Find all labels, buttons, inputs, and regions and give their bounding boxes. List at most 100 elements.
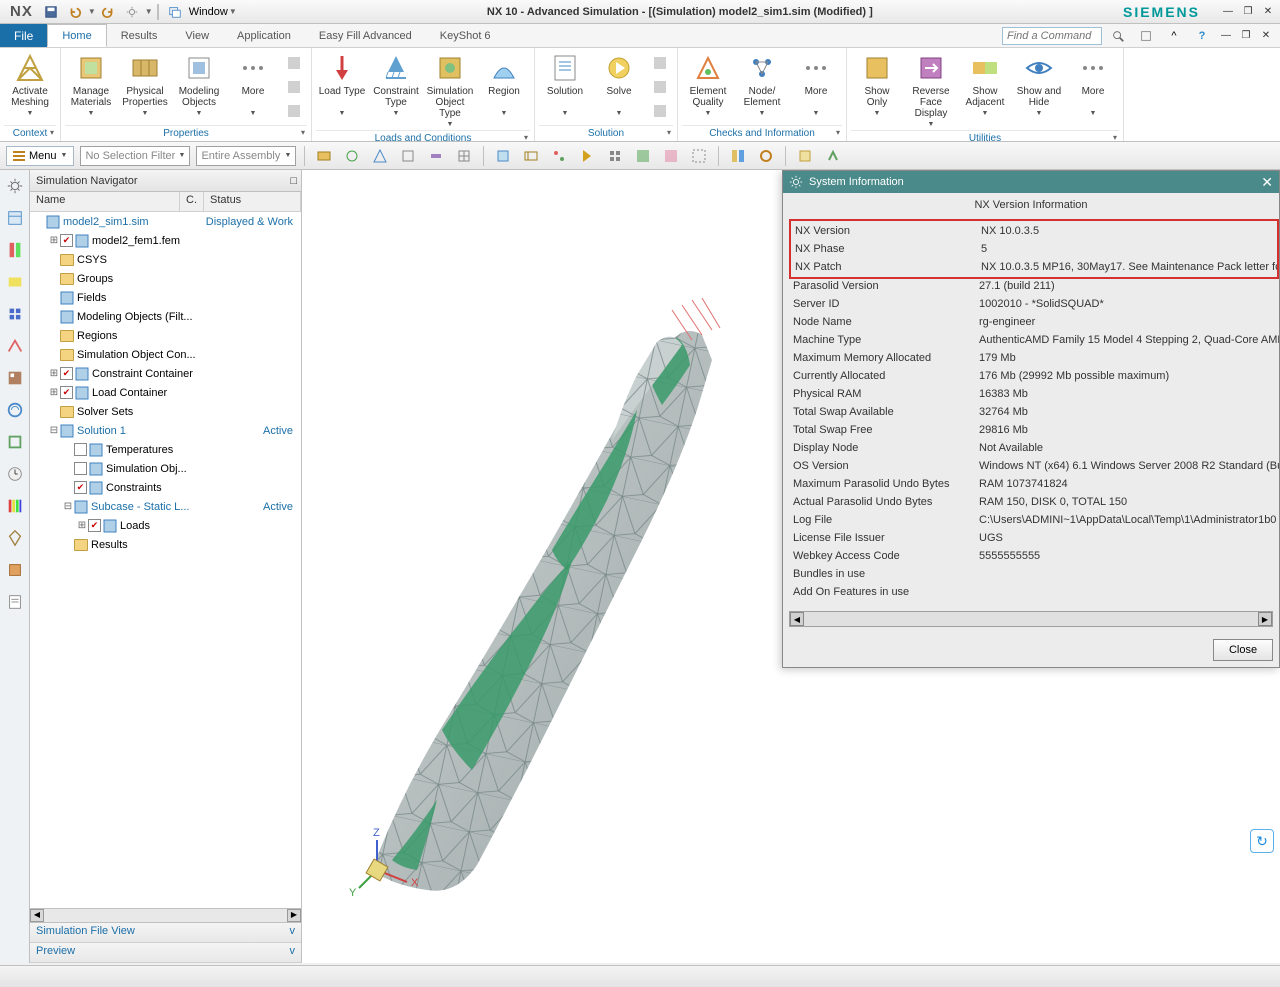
- doc-minimize-button[interactable]: —: [1218, 29, 1234, 43]
- more-props[interactable]: More▼: [227, 50, 279, 119]
- doc-close-button[interactable]: ✕: [1258, 29, 1274, 43]
- solution[interactable]: Solution▼: [539, 50, 591, 119]
- simulation-object-type[interactable]: Simulation Object Type▼: [424, 50, 476, 130]
- small-ribbon-icon[interactable]: [649, 76, 671, 98]
- navigator-tree[interactable]: model2_sim1.simDisplayed & Work⊞model2_f…: [30, 212, 301, 908]
- rail-icon[interactable]: [3, 526, 27, 550]
- rail-icon[interactable]: [3, 558, 27, 582]
- window-icon[interactable]: [165, 2, 185, 22]
- toolbar-icon[interactable]: [313, 145, 335, 167]
- restore-button[interactable]: ❐: [1240, 5, 1256, 19]
- nav-tab-icon[interactable]: [3, 206, 27, 230]
- horizontal-scrollbar[interactable]: ◀ ▶: [789, 611, 1273, 627]
- small-ribbon-icon[interactable]: [649, 100, 671, 122]
- activate-meshing[interactable]: Activate Meshing▼: [4, 50, 56, 119]
- scroll-right-button[interactable]: ▶: [287, 909, 301, 922]
- dropdown-icon[interactable]: ▼: [88, 7, 96, 16]
- tree-row[interactable]: ⊞Constraint Container: [30, 364, 301, 383]
- tab-home[interactable]: Home: [47, 24, 106, 47]
- checkbox[interactable]: [74, 443, 87, 456]
- checkbox[interactable]: [60, 234, 73, 247]
- tree-row[interactable]: Constraints: [30, 478, 301, 497]
- rail-icon[interactable]: [3, 398, 27, 422]
- toolbar-icon[interactable]: [632, 145, 654, 167]
- tab-view[interactable]: View: [171, 24, 223, 47]
- expand-toggle[interactable]: ⊞: [48, 387, 60, 398]
- small-ribbon-icon[interactable]: [283, 100, 305, 122]
- group-launcher[interactable]: ▾: [667, 128, 671, 137]
- tree-row[interactable]: ⊞Loads: [30, 516, 301, 535]
- tree-row[interactable]: Modeling Objects (Filt...: [30, 307, 301, 326]
- dialog-close-icon[interactable]: ✕: [1261, 174, 1273, 191]
- tab-application[interactable]: Application: [223, 24, 305, 47]
- recent-icon[interactable]: [1136, 26, 1156, 46]
- rail-icon[interactable]: [3, 430, 27, 454]
- tree-row[interactable]: ⊞Load Container: [30, 383, 301, 402]
- modeling-objects[interactable]: Modeling Objects▼: [173, 50, 225, 119]
- solve[interactable]: Solve▼: [593, 50, 645, 119]
- graphics-viewport[interactable]: X Y Z System Information ✕ NX Version In…: [302, 170, 1280, 963]
- show-and-hide[interactable]: Show and Hide▼: [1013, 50, 1065, 119]
- toolbar-icon[interactable]: [341, 145, 363, 167]
- tree-row[interactable]: Fields: [30, 288, 301, 307]
- rail-icon[interactable]: [3, 334, 27, 358]
- expand-toggle[interactable]: ⊞: [48, 235, 60, 246]
- tab-easy-fill[interactable]: Easy Fill Advanced: [305, 24, 426, 47]
- undo-icon[interactable]: [65, 2, 85, 22]
- panel-sim-file-view[interactable]: Simulation File Viewv: [30, 923, 301, 943]
- tree-row[interactable]: model2_sim1.simDisplayed & Work: [30, 212, 301, 231]
- tab-keyshot[interactable]: KeyShot 6: [426, 24, 505, 47]
- toolbar-icon[interactable]: [794, 145, 816, 167]
- checkbox[interactable]: [74, 481, 87, 494]
- tree-row[interactable]: Simulation Obj...: [30, 459, 301, 478]
- scroll-left-button[interactable]: ◀: [30, 909, 44, 922]
- dropdown-icon[interactable]: ▼: [229, 7, 237, 16]
- file-tab[interactable]: File: [0, 24, 47, 47]
- toolbar-icon[interactable]: [548, 145, 570, 167]
- find-command-input[interactable]: [1002, 27, 1102, 45]
- group-launcher[interactable]: ▾: [1113, 133, 1117, 142]
- expand-toggle[interactable]: ⊞: [48, 368, 60, 379]
- scroll-left-button[interactable]: ◀: [790, 612, 804, 626]
- reverse-face-display[interactable]: Reverse Face Display▼: [905, 50, 957, 130]
- toolbar-icon[interactable]: [727, 145, 749, 167]
- gear-icon[interactable]: [3, 174, 27, 198]
- group-launcher[interactable]: ▾: [50, 128, 54, 137]
- expand-toggle[interactable]: ⊟: [48, 425, 60, 436]
- tab-results[interactable]: Results: [107, 24, 172, 47]
- tree-row[interactable]: CSYS: [30, 250, 301, 269]
- save-icon[interactable]: [41, 2, 61, 22]
- more-util[interactable]: More▼: [1067, 50, 1119, 119]
- expand-toggle[interactable]: ⊞: [76, 520, 88, 531]
- toolbar-icon[interactable]: [520, 145, 542, 167]
- window-menu[interactable]: Window: [189, 6, 228, 18]
- tree-row[interactable]: Solver Sets: [30, 402, 301, 421]
- manage-materials[interactable]: Manage Materials▼: [65, 50, 117, 119]
- rail-icon[interactable]: [3, 302, 27, 326]
- rail-icon[interactable]: [3, 494, 27, 518]
- element-quality[interactable]: Element Quality▼: [682, 50, 734, 119]
- tree-row[interactable]: ⊟Subcase - Static L...Active: [30, 497, 301, 516]
- close-button[interactable]: ✕: [1260, 5, 1276, 19]
- toolbar-icon[interactable]: [660, 145, 682, 167]
- group-launcher[interactable]: ▾: [524, 133, 528, 142]
- toolbar-icon[interactable]: [576, 145, 598, 167]
- help-icon[interactable]: ?: [1192, 26, 1212, 46]
- scroll-right-button[interactable]: ▶: [1258, 612, 1272, 626]
- toolbar-icon[interactable]: [425, 145, 447, 167]
- region[interactable]: Region▼: [478, 50, 530, 119]
- toolbar-icon[interactable]: [397, 145, 419, 167]
- more-checks[interactable]: More▼: [790, 50, 842, 119]
- toolbar-icon[interactable]: [822, 145, 844, 167]
- rail-icon[interactable]: [3, 238, 27, 262]
- minimize-button[interactable]: —: [1220, 5, 1236, 19]
- search-icon[interactable]: [1108, 26, 1128, 46]
- panel-preview[interactable]: Previewv: [30, 943, 301, 963]
- doc-restore-button[interactable]: ❐: [1238, 29, 1254, 43]
- rail-icon[interactable]: [3, 366, 27, 390]
- dropdown-icon[interactable]: ▼: [145, 7, 153, 16]
- rail-icon[interactable]: [3, 270, 27, 294]
- pin-icon[interactable]: □: [290, 175, 297, 187]
- tree-row[interactable]: Groups: [30, 269, 301, 288]
- expand-toggle[interactable]: ⊟: [62, 501, 74, 512]
